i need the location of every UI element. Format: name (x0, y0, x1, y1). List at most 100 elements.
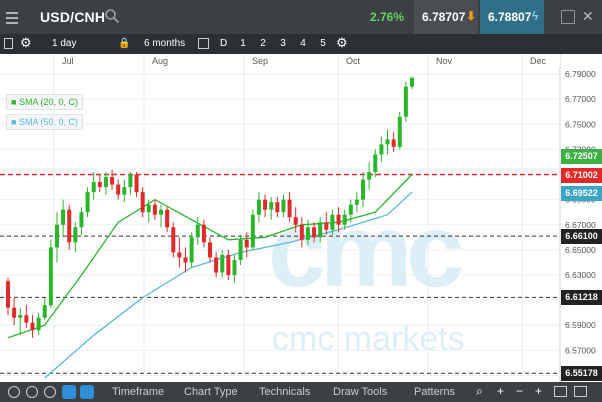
zoom-in-button[interactable]: + (497, 384, 504, 398)
range-selector[interactable]: 6 months (144, 38, 185, 49)
price-chart[interactable]: Jul Aug Sep Oct Nov Dec 6.79000 6.77000 6.75000 6… (0, 54, 602, 382)
preset-3[interactable]: 3 (276, 38, 290, 49)
sma50-price-label: 6.69522 (561, 186, 602, 202)
candle-body (263, 199, 268, 210)
layout-settings-icon[interactable]: ⚙ (336, 35, 348, 51)
screenshot-icon[interactable] (554, 386, 567, 397)
y-tick-label: 6.79000 (565, 69, 596, 79)
watermark-name: cmc markets (272, 320, 465, 358)
legend-sma50[interactable]: ■ SMA (50, 0, C) (6, 114, 83, 130)
tab-technicals[interactable]: Technicals (259, 386, 310, 398)
watermark-logo: cmc (268, 193, 461, 309)
disable-icon[interactable] (44, 386, 56, 398)
chart-canvas[interactable]: Jul Aug Sep Oct Nov Dec 6.79000 6.77000 6.75000 6… (0, 54, 602, 382)
alert-line-price-label: 6.71002 (561, 167, 602, 183)
popout-icon[interactable] (561, 10, 575, 24)
candle-body (208, 242, 212, 258)
candle-body (201, 224, 206, 243)
search-icon[interactable] (104, 8, 120, 24)
preset-4[interactable]: 4 (296, 38, 310, 49)
horizontal-line-label: 6.66100 (561, 229, 602, 245)
cursor-icon[interactable] (8, 386, 20, 398)
month-label: Oct (346, 56, 361, 66)
candle-body (165, 209, 170, 228)
candle-body (293, 217, 298, 225)
zoom-search-icon[interactable]: ⌕ (476, 384, 483, 399)
candle-body (67, 209, 72, 243)
close-icon[interactable]: ✕ (582, 9, 596, 24)
horizontal-line-label: 6.61218 (561, 290, 602, 306)
horizontal-line-label: 6.55178 (561, 366, 602, 382)
settings-icon[interactable]: ⚙ (20, 35, 32, 51)
interval-selector[interactable]: 1 day (52, 38, 76, 49)
crosshair-icon[interactable] (26, 386, 38, 398)
menu-grip-icon[interactable] (6, 9, 18, 25)
candle-body (128, 174, 133, 188)
candle-body (281, 199, 286, 213)
bottom-toolbar: Timeframe Chart Type Technicals Draw Too… (0, 382, 602, 402)
candle-body (189, 237, 194, 263)
sidebar-toggle-icon[interactable] (4, 38, 13, 49)
calendar-icon[interactable] (198, 38, 209, 49)
preset-2[interactable]: 2 (256, 38, 270, 49)
candle-body (6, 281, 10, 308)
candle-body (391, 139, 396, 147)
draw-button[interactable]: D (220, 38, 227, 49)
y-tick-label: 6.57000 (565, 345, 596, 355)
candle-body (403, 86, 408, 117)
lock-icon[interactable]: 🔒 (118, 38, 130, 49)
candle-body (367, 172, 372, 180)
candle-body (410, 77, 414, 87)
candle-body (97, 182, 102, 188)
preset-5[interactable]: 5 (316, 38, 330, 49)
y-tick-label: 6.75000 (565, 119, 596, 129)
current-price-label: 6.72507 (561, 148, 602, 164)
candle-body (385, 139, 390, 145)
candle-body (324, 222, 329, 230)
candle-body (134, 174, 139, 193)
tab-draw-tools[interactable]: Draw Tools (333, 386, 387, 398)
candle-body (152, 204, 157, 215)
candle-body (348, 204, 353, 215)
month-label: Nov (436, 56, 453, 66)
candle-body (140, 192, 145, 213)
month-label: Sep (252, 56, 268, 66)
candle-body (30, 322, 35, 331)
candle-body (73, 227, 78, 243)
y-tick-label: 6.77000 (565, 94, 596, 104)
candle-body (183, 257, 188, 263)
candle-body (244, 239, 249, 248)
pencil-icon[interactable] (62, 385, 76, 399)
instrument-symbol[interactable]: USD/CNH (40, 9, 105, 25)
candle-body (232, 259, 237, 276)
fullscreen-icon[interactable] (574, 386, 587, 397)
tab-patterns[interactable]: Patterns (414, 386, 455, 398)
candle-body (336, 214, 341, 225)
candle-body (159, 209, 164, 215)
candle-body (305, 227, 310, 240)
candle-body (330, 214, 335, 230)
candle-body (12, 307, 17, 318)
month-band (0, 54, 560, 66)
legend-sma20-label: SMA (20, 0, C) (18, 97, 78, 107)
month-label: Jul (62, 56, 74, 66)
sell-price-button[interactable]: 6.78707 ⬇ (414, 0, 478, 34)
candle-body (379, 144, 384, 155)
draw-mode-icon[interactable] (80, 385, 94, 399)
preset-1[interactable]: 1 (236, 38, 250, 49)
arrow-down-icon: ⬇ (466, 9, 477, 23)
candle-body (122, 187, 127, 195)
zoom-out-button[interactable]: − (516, 384, 523, 398)
candle-body (91, 182, 96, 193)
candle-body (110, 177, 115, 185)
legend-sma20[interactable]: ■ SMA (20, 0, C) (6, 94, 83, 110)
candle-body (195, 224, 200, 238)
buy-price-button[interactable]: 6.78807 ϟ (480, 0, 544, 34)
candle-body (220, 254, 225, 273)
add-button[interactable]: + (535, 384, 542, 398)
candle-body (275, 202, 280, 213)
candle-body (354, 199, 359, 205)
tab-chart-type[interactable]: Chart Type (184, 386, 238, 398)
tab-timeframe[interactable]: Timeframe (112, 386, 164, 398)
candle-body (214, 257, 219, 273)
